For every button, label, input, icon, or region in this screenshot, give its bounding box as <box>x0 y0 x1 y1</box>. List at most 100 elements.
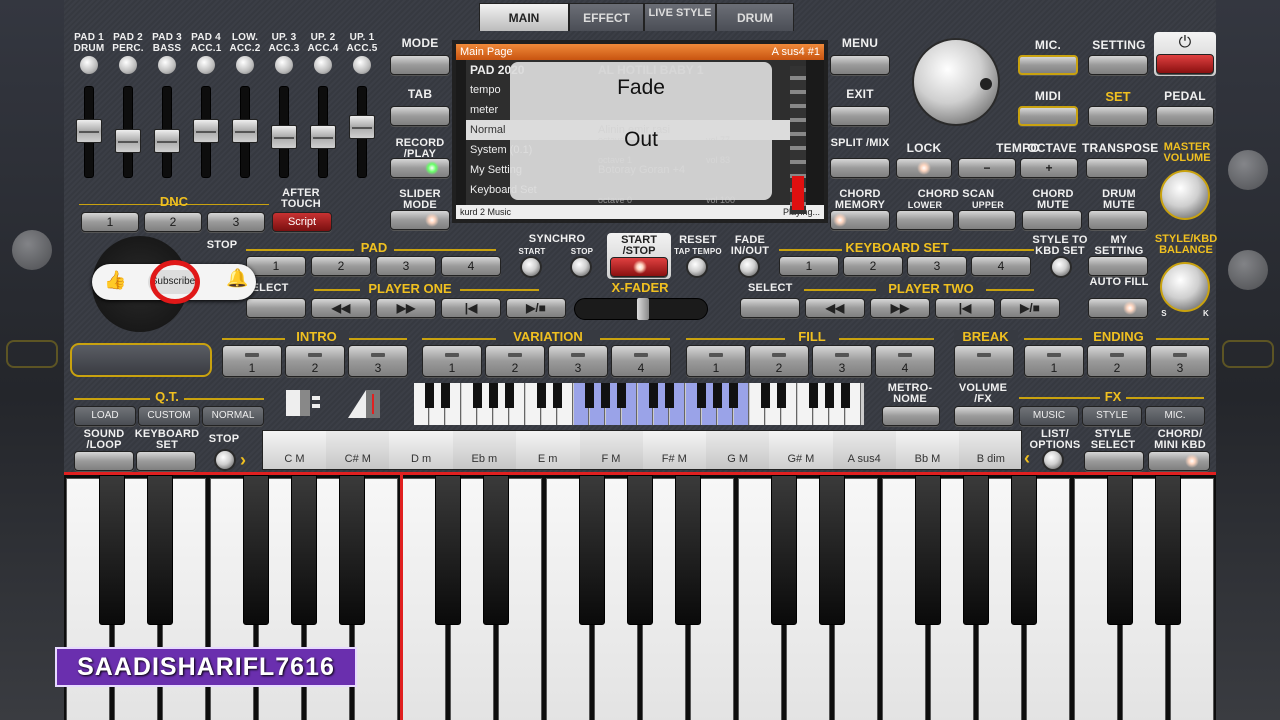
keyboard-split-icon[interactable] <box>280 386 326 422</box>
my-setting-button[interactable] <box>1088 256 1148 276</box>
drum-mute-button[interactable] <box>1088 210 1148 230</box>
chord-scroll-left-icon[interactable]: ‹ <box>1024 448 1030 469</box>
kbd-set-button-4[interactable]: 4 <box>971 256 1031 276</box>
piano-black-key[interactable] <box>963 475 989 625</box>
style-to-kbd-knob[interactable] <box>1050 256 1072 278</box>
chord-pad-b-dim[interactable]: B dim <box>959 431 1023 471</box>
variation-button-1[interactable]: 1 <box>422 345 482 377</box>
youtube-subscribe-overlay[interactable]: 👍 Subscribe 🔔 <box>92 260 256 304</box>
piano-black-key[interactable] <box>771 475 797 625</box>
menu-button[interactable] <box>830 55 890 75</box>
pad-channel-fader-8[interactable] <box>349 86 375 178</box>
pad-channel-fader-5[interactable] <box>232 86 258 178</box>
chord-pad-a-sus4[interactable]: A sus4 <box>832 431 896 471</box>
chord-memory-button[interactable] <box>830 210 890 230</box>
dnc-button-3[interactable]: 3 <box>207 212 265 232</box>
mini-keyboard-range[interactable] <box>414 383 864 425</box>
pad-channel-dot-4[interactable] <box>197 56 215 74</box>
piano-black-key[interactable] <box>915 475 941 625</box>
piano-black-key[interactable] <box>147 475 173 625</box>
player-two-forward-button[interactable]: ▶▶ <box>870 298 930 318</box>
chord-pad-d-m[interactable]: D m <box>390 431 453 471</box>
pad-channel-fader-handle-7[interactable] <box>310 125 336 149</box>
chord-scan-lower-button[interactable] <box>896 210 954 230</box>
tab-drum[interactable]: DRUM <box>716 3 794 31</box>
piano-black-key[interactable] <box>579 475 605 625</box>
chord-scan-upper-button[interactable] <box>958 210 1016 230</box>
piano-black-key[interactable] <box>435 475 461 625</box>
chord-pad-g--m[interactable]: G# M <box>769 431 832 471</box>
piano-black-key[interactable] <box>627 475 653 625</box>
chord-pad-eb-m[interactable]: Eb m <box>452 431 516 471</box>
pad-channel-dot-7[interactable] <box>314 56 332 74</box>
pad-button-4[interactable]: 4 <box>441 256 501 276</box>
piano-black-key[interactable] <box>1011 475 1037 625</box>
pad-channel-fader-2[interactable] <box>115 86 141 178</box>
pad-channel-dot-3[interactable] <box>158 56 176 74</box>
fx-music-button[interactable]: MUSIC <box>1019 406 1079 426</box>
chord-scroll-right-icon[interactable]: › <box>240 450 246 471</box>
intro-button-1[interactable]: 1 <box>222 345 282 377</box>
fill-button-4[interactable]: 4 <box>875 345 935 377</box>
player-two-select-button[interactable] <box>740 298 800 318</box>
pad-channel-fader-handle-8[interactable] <box>349 115 375 139</box>
chord-stop-knob[interactable] <box>214 449 236 471</box>
exit-button[interactable] <box>830 106 890 126</box>
dnc-button-1[interactable]: 1 <box>81 212 139 232</box>
volume-fx-button[interactable] <box>954 406 1014 426</box>
pedal-button[interactable] <box>1156 106 1214 126</box>
transpose-keys-icon[interactable] <box>344 386 390 422</box>
kbd-set-button-1[interactable]: 1 <box>779 256 839 276</box>
chord-pad-c-m[interactable]: C M <box>263 431 326 471</box>
pad-button-1[interactable]: 1 <box>246 256 306 276</box>
like-icon[interactable]: 👍 <box>104 270 126 291</box>
chord-pad-g-m[interactable]: G M <box>706 431 770 471</box>
kbd-set-button-3[interactable]: 3 <box>907 256 967 276</box>
style-name-slot[interactable] <box>70 343 212 377</box>
tab-button[interactable] <box>390 106 450 126</box>
start-stop-button[interactable] <box>610 257 668 277</box>
kbd-set-button-2[interactable]: 2 <box>843 256 903 276</box>
ending-button-1[interactable]: 1 <box>1024 345 1084 377</box>
reset-knob[interactable] <box>686 256 708 278</box>
piano-black-key[interactable] <box>483 475 509 625</box>
pad-channel-fader-4[interactable] <box>193 86 219 178</box>
style-select-button[interactable] <box>1084 451 1144 471</box>
piano-black-key[interactable] <box>819 475 845 625</box>
pad-channel-fader-handle-2[interactable] <box>115 129 141 153</box>
dnc-button-2[interactable]: 2 <box>144 212 202 232</box>
player-one-play-stop-button[interactable]: ▶/■ <box>506 298 566 318</box>
player-two-rewind-button[interactable]: ◀◀ <box>805 298 865 318</box>
variation-button-2[interactable]: 2 <box>485 345 545 377</box>
intro-button-2[interactable]: 2 <box>285 345 345 377</box>
pad-button-2[interactable]: 2 <box>311 256 371 276</box>
chord-pad-f--m[interactable]: F# M <box>643 431 706 471</box>
qt-load-button[interactable]: LOAD <box>74 406 136 426</box>
slider-mode-button[interactable] <box>390 210 450 230</box>
lock-button[interactable] <box>896 158 952 178</box>
pad-channel-dot-5[interactable] <box>236 56 254 74</box>
auto-fill-button[interactable] <box>1088 298 1148 318</box>
piano-black-key[interactable] <box>243 475 269 625</box>
split-mix-button[interactable] <box>830 158 890 178</box>
mode-button[interactable] <box>390 55 450 75</box>
x-fader-handle[interactable] <box>637 298 649 320</box>
record-play-button[interactable] <box>390 158 450 178</box>
piano-black-key[interactable] <box>1155 475 1181 625</box>
qt-custom-button[interactable]: CUSTOM <box>138 406 200 426</box>
pad-channel-fader-handle-5[interactable] <box>232 119 258 143</box>
break-button-·[interactable] <box>954 345 1014 377</box>
fill-button-2[interactable]: 2 <box>749 345 809 377</box>
player-two-prev-button[interactable]: |◀ <box>935 298 995 318</box>
keyboard-set-row7-button[interactable] <box>136 451 196 471</box>
qt-normal-button[interactable]: NORMAL <box>202 406 264 426</box>
metronome-button[interactable] <box>882 406 940 426</box>
list-options-knob[interactable] <box>1042 449 1064 471</box>
pad-channel-fader-3[interactable] <box>154 86 180 178</box>
x-fader-track[interactable] <box>574 298 708 320</box>
chord-pad-f-m[interactable]: F M <box>579 431 643 471</box>
tempo-down-button[interactable]: − <box>958 158 1016 178</box>
mic-button[interactable] <box>1018 55 1078 75</box>
setting-button[interactable] <box>1088 55 1148 75</box>
tab-live-style[interactable]: LIVE STYLE <box>644 3 716 31</box>
